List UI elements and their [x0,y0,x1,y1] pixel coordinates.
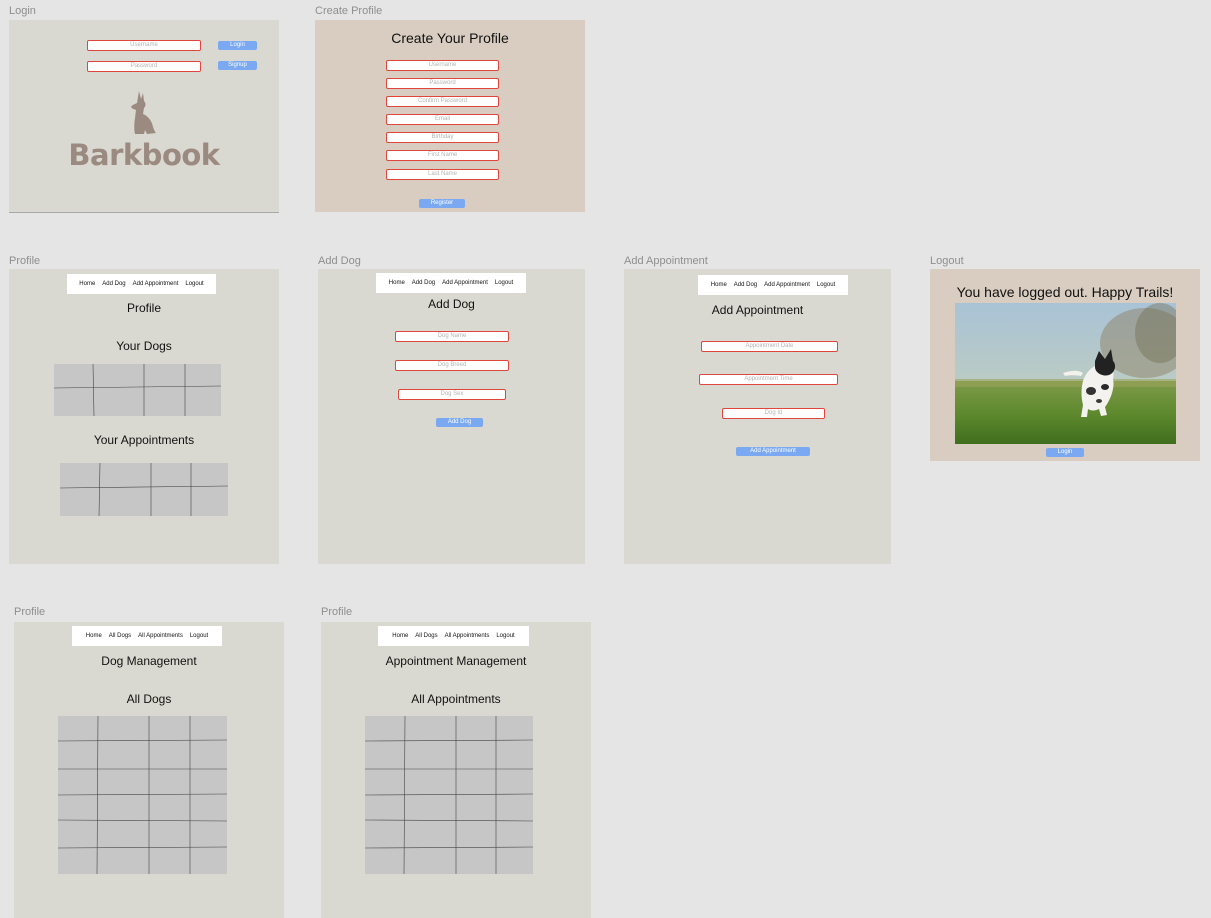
nav-bar: Home Add Dog Add Appointment Logout [376,273,526,293]
nav-bar: Home Add Dog Add Appointment Logout [698,275,848,295]
nav-all-appointments[interactable]: All Appointments [138,633,183,639]
signup-button[interactable]: Signup [218,61,257,70]
add-dog-button[interactable]: Add Dog [436,418,483,427]
frame-label-profile: Profile [9,255,41,267]
username-input[interactable]: Username [87,40,201,51]
nav-add-appointment[interactable]: Add Appointment [764,282,810,288]
profile-frame: Home Add Dog Add Appointment Logout Prof… [9,269,279,564]
appointment-management-frame: Home All Dogs All Appointments Logout Ap… [321,622,591,918]
dog-breed-input[interactable]: Dog Breed [395,360,509,371]
nav-bar: Home All Dogs All Appointments Logout [378,626,529,646]
page-title: Add Appointment [711,303,804,317]
login-frame: Username Password Login Signup Barkbook [9,20,279,212]
page-title: Create Your Profile [391,30,509,46]
dogs-table [54,364,221,416]
birthday-input[interactable]: Birthday [386,132,499,143]
your-appointments-heading: Your Appointments [93,433,195,447]
first-name-input[interactable]: First Name [386,150,499,161]
logout-message: You have logged out. Happy Trails! [956,284,1174,300]
nav-logout[interactable]: Logout [190,633,208,639]
all-dogs-table [58,716,227,874]
all-appointments-table [365,716,533,874]
frame-label-dog-management: Profile [14,606,46,618]
frame-label-login: Login [9,5,36,17]
nav-home[interactable]: Home [86,633,102,639]
page-title: Add Dog [428,297,475,311]
nav-bar: Home Add Dog Add Appointment Logout [67,274,216,294]
email-input[interactable]: Email [386,114,499,125]
dog-id-input[interactable]: Dog Id [722,408,825,419]
nav-add-dog[interactable]: Add Dog [412,280,435,286]
username-input[interactable]: Username [386,60,499,71]
dog-name-input[interactable]: Dog Name [395,331,509,342]
frame-label-add-dog: Add Dog [318,255,361,267]
dog-management-frame: Home All Dogs All Appointments Logout Do… [14,622,284,918]
all-dogs-heading: All Dogs [126,692,172,706]
add-appointment-button[interactable]: Add Appointment [736,447,810,456]
appointments-table [60,463,228,516]
frame-label-appointment-management: Profile [321,606,353,618]
nav-logout[interactable]: Logout [185,281,203,287]
nav-add-dog[interactable]: Add Dog [102,281,125,287]
register-button[interactable]: Register [419,199,465,208]
your-dogs-heading: Your Dogs [116,339,172,353]
frame-label-logout: Logout [930,255,964,267]
page-title: Appointment Management [385,654,527,668]
barkbook-logo: Barkbook [68,138,220,172]
nav-home[interactable]: Home [79,281,95,287]
nav-all-appointments[interactable]: All Appointments [445,633,490,639]
last-name-input[interactable]: Last Name [386,169,499,180]
nav-bar: Home All Dogs All Appointments Logout [72,626,222,646]
logout-frame: You have logged out. Happy Trails! Login [930,269,1200,461]
dog-logo-icon [131,91,156,134]
nav-add-dog[interactable]: Add Dog [734,282,757,288]
dog-sex-input[interactable]: Dog Sex [398,389,506,400]
confirm-password-input[interactable]: Confirm Password [386,96,499,107]
nav-add-appointment[interactable]: Add Appointment [133,281,179,287]
page-title: Profile [126,301,161,315]
login-button[interactable]: Login [1046,448,1084,457]
frame-label-add-appointment: Add Appointment [624,255,708,267]
nav-all-dogs[interactable]: All Dogs [109,633,131,639]
nav-logout[interactable]: Logout [817,282,835,288]
password-input[interactable]: Password [386,78,499,89]
nav-home[interactable]: Home [711,282,727,288]
nav-logout[interactable]: Logout [495,280,513,286]
nav-home[interactable]: Home [392,633,408,639]
nav-logout[interactable]: Logout [496,633,514,639]
running-dog-photo [955,303,1176,444]
create-profile-frame: Create Your Profile Username Password Co… [315,20,585,212]
add-appointment-frame: Home Add Dog Add Appointment Logout Add … [624,269,891,564]
nav-home[interactable]: Home [389,280,405,286]
page-title: Dog Management [101,654,197,668]
nav-add-appointment[interactable]: Add Appointment [442,280,488,286]
all-appointments-heading: All Appointments [411,692,501,706]
password-input[interactable]: Password [87,61,201,72]
appointment-time-input[interactable]: Appointment Time [699,374,838,385]
login-button[interactable]: Login [218,41,257,50]
add-dog-frame: Home Add Dog Add Appointment Logout Add … [318,269,585,564]
frame-label-create-profile: Create Profile [315,5,383,17]
nav-all-dogs[interactable]: All Dogs [415,633,437,639]
appointment-date-input[interactable]: Appointment Date [701,341,838,352]
